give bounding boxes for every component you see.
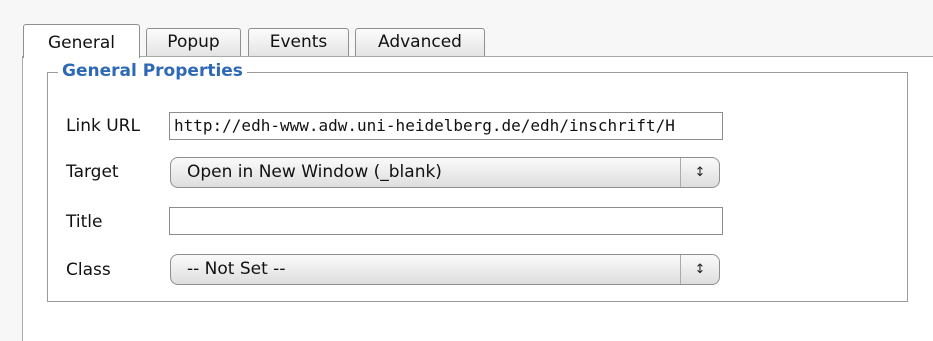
target-select[interactable]: Open in New Window (_blank) ↕ [170, 157, 720, 188]
tab-general[interactable]: General [23, 24, 140, 58]
tab-events[interactable]: Events [248, 28, 349, 56]
link-url-label: Link URL [66, 116, 140, 136]
up-down-arrows-icon: ↕ [680, 255, 719, 284]
tab-popup[interactable]: Popup [146, 28, 241, 56]
tab-advanced[interactable]: Advanced [355, 28, 485, 56]
class-select[interactable]: -- Not Set -- ↕ [170, 254, 720, 285]
class-select-value: -- Not Set -- [187, 259, 286, 279]
target-label: Target [66, 162, 119, 182]
fieldset-legend: General Properties [58, 61, 247, 81]
target-select-value: Open in New Window (_blank) [187, 162, 442, 182]
link-url-input[interactable]: http://edh-www.adw.uni-heidelberg.de/edh… [169, 112, 723, 140]
up-down-arrows-icon: ↕ [680, 158, 719, 187]
title-input[interactable] [169, 207, 723, 235]
class-label: Class [66, 260, 111, 280]
title-label: Title [66, 212, 103, 232]
